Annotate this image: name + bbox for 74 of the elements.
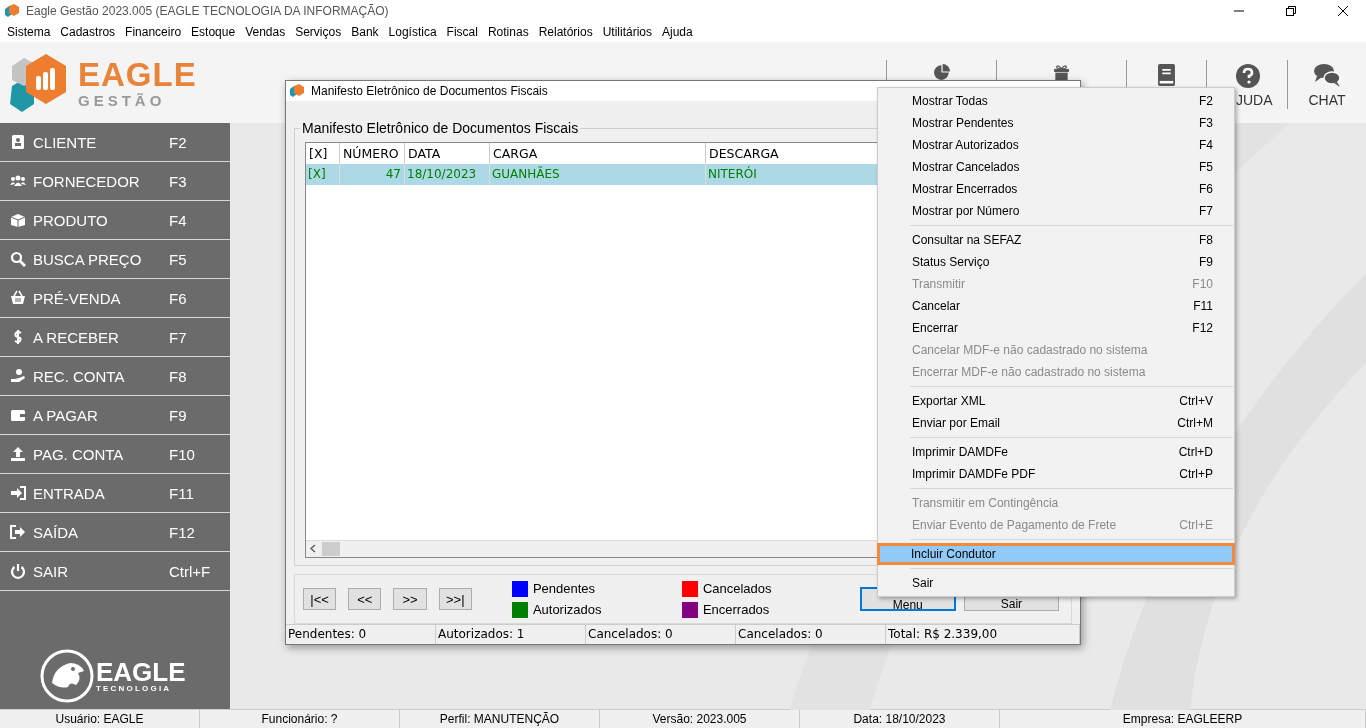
dialog-logo-icon bbox=[289, 83, 305, 99]
upload-icon bbox=[10, 446, 26, 462]
box-icon bbox=[10, 212, 26, 228]
menu-item[interactable]: Imprimir DAMDFe PDF Ctrl+P bbox=[878, 463, 1234, 485]
chat-icon bbox=[1313, 64, 1341, 88]
search-icon bbox=[10, 251, 26, 267]
navigation-button[interactable]: |<< bbox=[303, 588, 337, 610]
hand-coin-icon bbox=[10, 368, 26, 384]
menu-bar-item[interactable]: Fiscal bbox=[441, 25, 483, 39]
wallet-icon bbox=[10, 407, 26, 423]
help-icon bbox=[1236, 64, 1260, 88]
menu-bar-item[interactable]: Serviços bbox=[290, 25, 347, 39]
status-bar-field: Usuário: EAGLE bbox=[0, 710, 200, 728]
menu-item[interactable]: Mostrar Autorizados F4 bbox=[878, 134, 1234, 156]
menu-item[interactable]: Mostrar Pendentes F3 bbox=[878, 112, 1234, 134]
menu-bar-item[interactable]: Logística bbox=[383, 25, 442, 39]
status-bar-field: Data: 18/10/2023 bbox=[800, 710, 1000, 728]
menu-item[interactable]: Encerrar F12 bbox=[878, 317, 1234, 339]
menu-bar-item[interactable]: Bank bbox=[346, 25, 384, 39]
menu-bar-item[interactable]: Financeiro bbox=[120, 25, 187, 39]
status-bar-field: Cancelados: 0 bbox=[736, 625, 886, 644]
sign-in-icon bbox=[10, 485, 26, 501]
status-bar-field: Autorizados: 1 bbox=[436, 625, 586, 644]
gift-icon bbox=[1054, 64, 1069, 80]
menu-item[interactable]: Consultar na SEFAZ F8 bbox=[878, 229, 1234, 251]
status-bar-field: Perfil: MANUTENÇÃO bbox=[400, 710, 600, 728]
scrollbar-thumb[interactable] bbox=[322, 542, 340, 556]
menu-bar-item[interactable]: Relatórios bbox=[533, 25, 598, 39]
menu-item[interactable]: Imprimir DAMDFe Ctrl+D bbox=[878, 441, 1234, 463]
eagle-head-logo-icon bbox=[40, 649, 94, 703]
menu-bar-item[interactable]: Utilitários bbox=[597, 25, 657, 39]
menu-item[interactable]: Enviar por Email Ctrl+M bbox=[878, 412, 1234, 434]
group-title: Manifesto Eletrônico de Documentos Fiscais bbox=[300, 120, 581, 136]
menu-item[interactable]: Cancelar F11 bbox=[878, 295, 1234, 317]
toolbar-button[interactable]: JUDA bbox=[1236, 60, 1287, 109]
status-bar-field: Total: R$ 2.339,00 bbox=[886, 625, 1080, 644]
menu-bar-item[interactable]: Rotinas bbox=[482, 25, 534, 39]
window-title: Eagle Gestão 2023.005 (EAGLE TECNOLOGIA DA INFORMAÇÃO) bbox=[26, 4, 390, 18]
dialog-title: Manifesto Eletrônico de Documentos Fiscais bbox=[311, 84, 548, 98]
menu-bar-item[interactable]: Sistema bbox=[2, 25, 56, 39]
status-bar-field: Funcionário: ? bbox=[200, 710, 400, 728]
footer-logo-subtitle: TECNOLOGIA bbox=[96, 685, 173, 693]
status-bar-field: Empresa: EAGLEERP bbox=[1000, 710, 1366, 728]
legend-label: Cancelados bbox=[702, 581, 772, 596]
legend-label: Autorizados bbox=[532, 602, 602, 617]
app-logo-icon bbox=[4, 3, 20, 19]
menu-item[interactable]: Incluir Condutor bbox=[877, 543, 1235, 565]
navigation-button[interactable]: >> bbox=[393, 588, 427, 610]
menu-item[interactable]: Status Serviço F9 bbox=[878, 251, 1234, 273]
id-card-icon bbox=[10, 134, 26, 150]
status-bar-field: Cancelados: 0 bbox=[586, 625, 736, 644]
basket-icon bbox=[10, 290, 26, 306]
pie-chart-icon bbox=[933, 64, 950, 80]
menu-bar-item[interactable]: Estoque bbox=[186, 25, 241, 39]
legend-label: Encerrados bbox=[702, 602, 770, 617]
power-icon bbox=[10, 563, 26, 579]
book-icon bbox=[1158, 64, 1175, 86]
logo-subtitle: GESTÃO bbox=[78, 92, 167, 108]
footer-logo-title: EAGLE bbox=[96, 659, 186, 685]
menu-bar-item[interactable]: Vendas bbox=[240, 25, 291, 39]
navigation-button[interactable]: << bbox=[348, 588, 382, 610]
menu-bar-item[interactable]: Cadastros bbox=[55, 25, 121, 39]
users-icon bbox=[10, 173, 26, 189]
navigation-button[interactable]: >>| bbox=[438, 588, 472, 610]
status-bar-field: Pendentes: 0 bbox=[286, 625, 436, 644]
status-bar-field: Versão: 2023.005 bbox=[600, 710, 800, 728]
toolbar-button[interactable]: CHAT bbox=[1287, 60, 1366, 109]
logo-title: EAGLE bbox=[78, 57, 197, 91]
menu-item[interactable]: Mostrar Todas F2 bbox=[878, 90, 1234, 112]
legend-label: Pendentes bbox=[532, 581, 596, 596]
sign-out-icon bbox=[10, 524, 26, 540]
menu-item[interactable]: Mostrar por Número F7 bbox=[878, 200, 1234, 222]
menu-item[interactable]: Exportar XML Ctrl+V bbox=[878, 390, 1234, 412]
menu-bar-item[interactable]: Ajuda bbox=[657, 25, 698, 39]
